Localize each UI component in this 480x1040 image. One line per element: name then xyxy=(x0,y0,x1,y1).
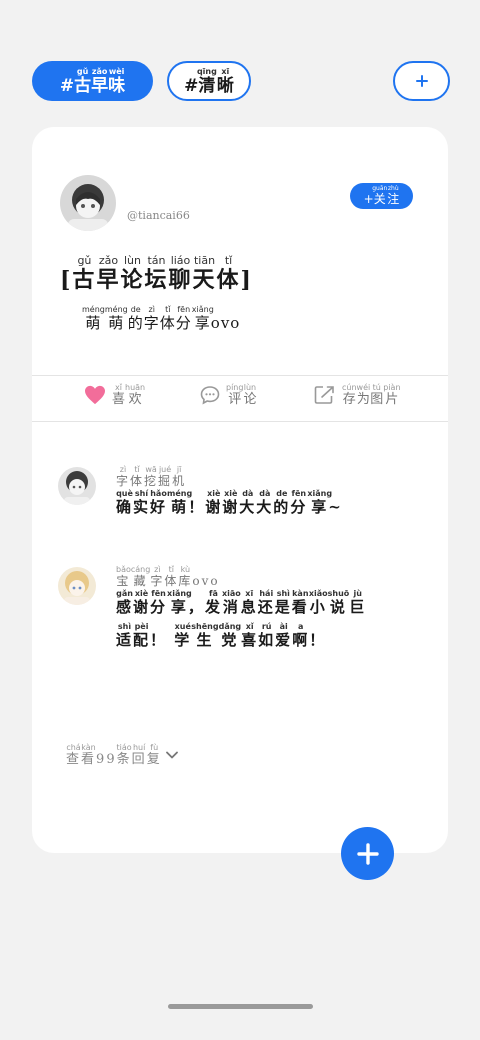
view-replies-link[interactable]: 查chá看kàn99条tiáo回huí复fù xyxy=(66,743,178,767)
like-label: 喜xǐ欢huān xyxy=(112,383,146,407)
save-image-label: 存cún为wéi图tú片piàn xyxy=(342,383,401,407)
commenter-name[interactable]: 字zì体tǐ挖wā掘jué机jī xyxy=(116,465,186,489)
home-indicator xyxy=(168,1004,313,1009)
create-post-button[interactable] xyxy=(341,827,394,880)
commenter-avatar[interactable] xyxy=(58,567,96,605)
tag-qingxi[interactable]: #清qīng晰xī xyxy=(167,61,251,101)
author-handle: @tiancai66 xyxy=(127,209,190,222)
tag-text: #清qīng晰xī xyxy=(184,66,234,96)
comment-line: 感gǎn谢xiè分fēn享xiǎng，发fā消xiāo息xī还hái是shì看k… xyxy=(116,589,367,616)
divider-bottom xyxy=(32,421,448,422)
heart-icon xyxy=(85,385,105,405)
like-button[interactable]: 喜xǐ欢huān xyxy=(84,383,145,407)
commenter-name[interactable]: 宝bǎo藏cáng字zì体tǐ库kùovo xyxy=(116,565,220,589)
author-avatar[interactable] xyxy=(60,175,116,231)
save-image-button[interactable]: 存cún为wéi图tú片piàn xyxy=(314,383,401,407)
comment-line: 适shì配pèi！ 学xué生shēng党dǎng喜xǐ如rú爱ài啊a！ xyxy=(116,622,327,649)
tag-text: #古gǔ早zǎo味wèi xyxy=(59,66,126,96)
follow-label: +关guān注zhù xyxy=(363,185,400,206)
commenter-avatar[interactable] xyxy=(58,467,96,505)
plus-icon xyxy=(356,842,379,865)
chevron-down-icon xyxy=(165,751,178,759)
post-subtitle: 萌méng萌méng的de字zì体tǐ分fēn享xiǎngovo xyxy=(82,305,241,332)
divider-top xyxy=(32,375,448,376)
tag-guzaowei[interactable]: #古gǔ早zǎo味wèi xyxy=(32,61,153,101)
comment-text: 确què实shí好hǎo萌méng！谢xiè谢xiè大dà大dà的de分fēn享… xyxy=(116,489,343,522)
add-tag-button[interactable] xyxy=(393,61,450,101)
comment-line: 确què实shí好hǎo萌méng！谢xiè谢xiè大dà大dà的de分fēn享… xyxy=(116,489,343,516)
post-card: @tiancai66 +关guān注zhù [古gǔ早zǎo论lùn坛tán聊l… xyxy=(32,127,448,853)
plus-icon xyxy=(415,75,428,87)
comment-icon xyxy=(200,386,220,405)
comment-button[interactable]: 评píng论lùn xyxy=(200,383,256,407)
comment-label: 评píng论lùn xyxy=(226,383,257,407)
share-image-icon xyxy=(314,386,334,404)
view-replies-label: 查chá看kàn99条tiáo回huí复fù xyxy=(66,743,162,767)
follow-button[interactable]: +关guān注zhù xyxy=(350,183,413,209)
post-title: [古gǔ早zǎo论lùn坛tán聊liáo天tiān体tǐ] xyxy=(60,254,253,293)
comment-text: 感gǎn谢xiè分fēn享xiǎng，发fā消xiāo息xī还hái是shì看k… xyxy=(116,589,366,655)
